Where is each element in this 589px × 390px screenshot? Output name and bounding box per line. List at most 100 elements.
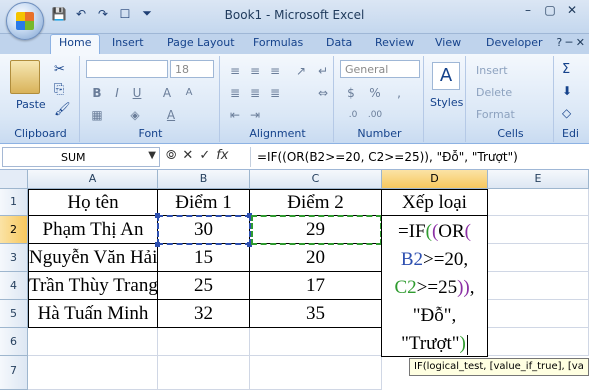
font-size-box[interactable]: 18 [170, 60, 214, 78]
decrease-decimal-icon[interactable]: .00 [366, 106, 384, 124]
cell-e5[interactable] [488, 300, 589, 328]
align-left-icon[interactable]: ≣ [226, 84, 244, 102]
cell-a6[interactable] [28, 328, 158, 356]
row-header-2[interactable]: 2 [0, 216, 28, 244]
cell-e6[interactable] [488, 328, 589, 356]
minimize-icon[interactable]: – [517, 3, 539, 21]
styles-button[interactable]: Styles [430, 96, 463, 109]
tab-home[interactable]: Home [50, 34, 101, 55]
cell-a4[interactable]: Trần Thùy Trang [28, 272, 158, 300]
row-header-4[interactable]: 4 [0, 272, 28, 300]
delete-cells-button[interactable]: Delete [476, 86, 512, 99]
help-icon[interactable]: ? ─ ✕ [556, 36, 585, 49]
cell-b5[interactable]: 32 [158, 300, 250, 328]
underline-icon[interactable]: U [128, 84, 146, 102]
expand-icon[interactable]: ⦾ [166, 148, 176, 163]
row-header-1[interactable]: 1 [0, 189, 28, 216]
column-header-e[interactable]: E [488, 170, 589, 189]
comma-icon[interactable]: , [390, 84, 408, 102]
cell-c6[interactable] [250, 328, 382, 356]
tab-review[interactable]: Review [375, 36, 414, 49]
cell-b3[interactable]: 15 [158, 244, 250, 272]
italic-icon[interactable]: I [108, 84, 126, 102]
column-header-b[interactable]: B [158, 170, 250, 189]
tab-insert[interactable]: Insert [112, 36, 144, 49]
cell-b4[interactable]: 25 [158, 272, 250, 300]
styles-icon[interactable]: A [432, 62, 460, 90]
cell-a7[interactable] [28, 356, 158, 390]
formula-input[interactable]: =IF((OR(B2>=20, C2>=25)), "Đỗ", "Trượt") [250, 147, 585, 167]
increase-indent-icon[interactable]: ⇥ [246, 106, 264, 124]
align-bottom-icon[interactable]: ≡ [266, 62, 284, 80]
cell-a3[interactable]: Nguyễn Văn Hải [28, 244, 158, 272]
shrink-font-icon[interactable]: A [180, 84, 198, 102]
paste-icon[interactable] [10, 60, 40, 94]
office-button[interactable] [6, 2, 44, 40]
align-right-icon[interactable]: ≣ [266, 84, 284, 102]
cell-b6[interactable] [158, 328, 250, 356]
row-header-5[interactable]: 5 [0, 300, 28, 328]
copy-icon[interactable]: ⎘ [54, 82, 64, 97]
cell-d1[interactable]: Xếp loại [382, 189, 488, 216]
font-color-icon[interactable]: A [162, 106, 180, 124]
clear-icon[interactable]: ◇ [562, 106, 571, 120]
cell-e3[interactable] [488, 244, 589, 272]
cell-c7[interactable] [250, 356, 382, 390]
cell-b1[interactable]: Điểm 1 [158, 189, 250, 216]
increase-decimal-icon[interactable]: .0 [344, 106, 362, 124]
format-painter-icon[interactable]: 🖌 [54, 102, 71, 117]
cell-b7[interactable] [158, 356, 250, 390]
name-box[interactable]: SUM ▼ [2, 147, 160, 167]
row-header-6[interactable]: 6 [0, 328, 28, 356]
font-name-box[interactable] [86, 60, 168, 78]
decrease-indent-icon[interactable]: ⇤ [226, 106, 244, 124]
cancel-icon[interactable]: ✕ [182, 148, 193, 163]
merge-center-icon[interactable]: ⇔ [314, 84, 332, 102]
reference-handle[interactable] [155, 242, 160, 247]
cell-c3[interactable]: 20 [250, 244, 382, 272]
insert-cells-button[interactable]: Insert [476, 64, 508, 77]
align-center-icon[interactable]: ≣ [246, 84, 264, 102]
cell-d2-editor[interactable]: =IF((OR( B2>=20, C2>=25)), "Đỗ", "Trượt"… [381, 215, 488, 357]
column-header-d[interactable]: D [382, 170, 488, 189]
tab-data[interactable]: Data [326, 36, 352, 49]
cell-e1[interactable] [488, 189, 589, 216]
borders-icon[interactable]: ▦ [88, 106, 106, 124]
insert-function-icon[interactable]: fx [216, 148, 228, 163]
number-format-box[interactable]: General [340, 60, 420, 78]
grow-font-icon[interactable]: A [158, 84, 176, 102]
maximize-icon[interactable]: ▢ [539, 3, 561, 21]
cell-e2[interactable] [488, 216, 589, 244]
cut-icon[interactable]: ✂ [54, 62, 65, 77]
reference-handle[interactable] [155, 213, 160, 218]
enter-icon[interactable]: ✓ [199, 148, 210, 163]
cell-c1[interactable]: Điểm 2 [250, 189, 382, 216]
tab-page-layout[interactable]: Page Layout [167, 36, 235, 49]
row-header-7[interactable]: 7 [0, 356, 28, 390]
column-header-a[interactable]: A [28, 170, 158, 189]
align-top-icon[interactable]: ≡ [226, 62, 244, 80]
column-header-c[interactable]: C [250, 170, 382, 189]
paste-button[interactable]: Paste [16, 98, 46, 111]
currency-icon[interactable]: $ [342, 84, 360, 102]
wrap-text-icon[interactable]: ↵ [314, 62, 332, 80]
select-all-corner[interactable] [0, 170, 28, 189]
align-middle-icon[interactable]: ≡ [246, 62, 264, 80]
cell-a2[interactable]: Phạm Thị An [28, 216, 158, 244]
cell-c4[interactable]: 17 [250, 272, 382, 300]
percent-icon[interactable]: % [366, 84, 384, 102]
cell-a5[interactable]: Hà Tuấn Minh [28, 300, 158, 328]
cell-c5[interactable]: 35 [250, 300, 382, 328]
name-box-dropdown-icon[interactable]: ▼ [148, 150, 156, 161]
bold-icon[interactable]: B [88, 84, 106, 102]
tab-view[interactable]: View [435, 36, 461, 49]
cell-e4[interactable] [488, 272, 589, 300]
tab-developer[interactable]: Developer [486, 36, 543, 49]
orientation-icon[interactable]: ↗ [292, 62, 310, 80]
row-header-3[interactable]: 3 [0, 244, 28, 272]
tab-formulas[interactable]: Formulas [253, 36, 303, 49]
fill-color-icon[interactable]: ◈ [126, 106, 144, 124]
fill-icon[interactable]: ⬇ [562, 84, 572, 98]
cell-a1[interactable]: Họ tên [28, 189, 158, 216]
autosum-icon[interactable]: Σ [562, 62, 570, 77]
